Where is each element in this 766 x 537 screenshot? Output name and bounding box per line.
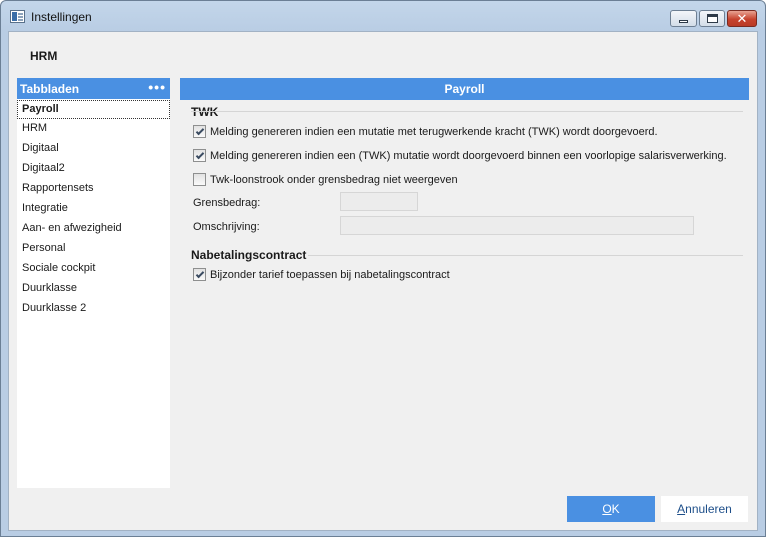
grensbedrag-label: Grensbedrag: <box>193 197 261 209</box>
twk-loonstrook-option[interactable]: Twk-loonstrook onder grensbedrag niet we… <box>193 173 458 186</box>
settings-window: Instellingen ✕ HRM Tabbladen ••• Payroll… <box>0 0 766 537</box>
window-title: Instellingen <box>31 10 92 24</box>
more-options-icon[interactable]: ••• <box>148 79 166 95</box>
sidebar-header: Tabbladen ••• <box>17 78 170 99</box>
maximize-icon <box>706 14 718 23</box>
twk-divider <box>191 111 743 112</box>
twk-section-title: TWK <box>191 105 219 119</box>
nabetaling-section-title: Nabetalingscontract <box>191 248 307 262</box>
dialog-client-area: HRM Tabbladen ••• Payroll HRM Digitaal D… <box>8 31 758 531</box>
sidebar-item-personal[interactable]: Personal <box>17 239 170 259</box>
twk-melding-label: Melding genereren indien een mutatie met… <box>210 125 658 138</box>
maximize-button[interactable] <box>699 10 725 27</box>
twk-voorlopig-label: Melding genereren indien een (TWK) mutat… <box>210 149 727 162</box>
title-bar[interactable]: Instellingen ✕ <box>1 1 765 31</box>
omschrijving-field[interactable] <box>340 216 694 235</box>
nabetaling-divider <box>308 255 743 256</box>
twk-loonstrook-label: Twk-loonstrook onder grensbedrag niet we… <box>210 173 458 186</box>
twk-voorlopig-checkbox[interactable] <box>193 149 206 162</box>
close-button[interactable]: ✕ <box>727 10 757 27</box>
panel-title: Payroll <box>180 78 749 100</box>
sidebar-item-integratie[interactable]: Integratie <box>17 199 170 219</box>
sidebar-item-aan-en-afwezigheid[interactable]: Aan- en afwezigheid <box>17 219 170 239</box>
close-icon: ✕ <box>736 11 748 26</box>
cancel-button-label: Annuleren <box>677 502 732 516</box>
app-window-icon <box>10 10 25 23</box>
sidebar-header-label: Tabbladen <box>20 82 80 96</box>
nabetaling-tarief-checkbox[interactable] <box>193 268 206 281</box>
checkmark-icon <box>195 269 204 278</box>
twk-melding-checkbox[interactable] <box>193 125 206 138</box>
grensbedrag-field[interactable] <box>340 192 418 211</box>
cancel-button[interactable]: Annuleren <box>661 496 748 522</box>
sidebar-item-digitaal[interactable]: Digitaal <box>17 139 170 159</box>
minimize-button[interactable] <box>670 10 697 27</box>
sidebar-item-hrm[interactable]: HRM <box>17 119 170 139</box>
twk-loonstrook-checkbox[interactable] <box>193 173 206 186</box>
sidebar-item-rapportensets[interactable]: Rapportensets <box>17 179 170 199</box>
nabetaling-tarief-label: Bijzonder tarief toepassen bij nabetalin… <box>210 268 450 281</box>
ok-button[interactable]: OK <box>567 496 655 522</box>
twk-melding-option[interactable]: Melding genereren indien een mutatie met… <box>193 125 658 138</box>
sidebar-item-duurklasse[interactable]: Duurklasse <box>17 279 170 299</box>
nabetaling-tarief-option[interactable]: Bijzonder tarief toepassen bij nabetalin… <box>193 268 450 281</box>
sidebar-item-digitaal2[interactable]: Digitaal2 <box>17 159 170 179</box>
page-title: HRM <box>30 49 58 63</box>
sidebar-item-sociale-cockpit[interactable]: Sociale cockpit <box>17 259 170 279</box>
sidebar-item-duurklasse-2[interactable]: Duurklasse 2 <box>17 299 170 319</box>
checkmark-icon <box>195 150 204 159</box>
twk-voorlopig-option[interactable]: Melding genereren indien een (TWK) mutat… <box>193 149 727 162</box>
sidebar-item-payroll[interactable]: Payroll <box>17 100 170 119</box>
omschrijving-label: Omschrijving: <box>193 221 260 233</box>
checkmark-icon <box>195 126 204 135</box>
tabs-sidebar: Tabbladen ••• Payroll HRM Digitaal Digit… <box>17 78 170 488</box>
ok-button-label: OK <box>602 502 620 516</box>
minimize-icon <box>679 19 688 23</box>
